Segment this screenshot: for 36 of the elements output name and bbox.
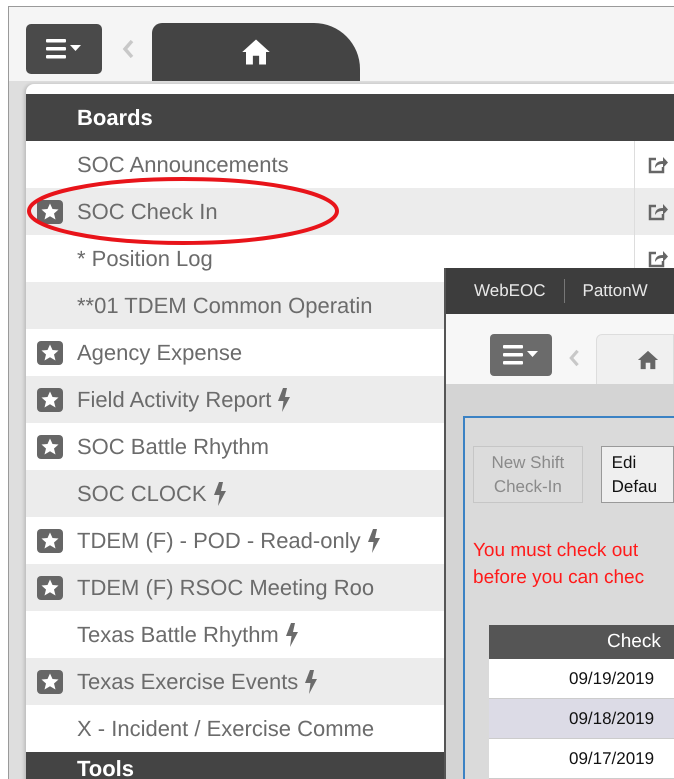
share-icon[interactable] [647,202,669,222]
section-header: Boards [26,94,674,141]
board-item[interactable]: Texas Battle Rhythm [77,624,279,646]
board-item[interactable]: **01 TDEM Common Operatin [77,294,372,316]
menu-row[interactable]: SOC Check In [26,188,674,235]
lightning-bolt-icon [212,482,227,506]
menu-icon [503,344,539,366]
board-item[interactable]: SOC Battle Rhythm [77,436,269,458]
lightning-bolt-icon [284,622,299,646]
board-item[interactable]: SOC Announcements [77,154,289,176]
home-icon [637,348,659,370]
board-item[interactable]: TDEM (F) - POD - Read-only [77,530,361,552]
menu-button[interactable] [26,24,102,74]
home-icon [241,37,271,67]
board-item[interactable]: SOC CLOCK [77,482,207,504]
board-item[interactable]: * Position Log [77,248,213,270]
menu-row[interactable]: SOC Announcements [26,141,674,188]
menu-icon [46,38,82,60]
board-item[interactable]: X - Incident / Exercise Comme [77,718,374,740]
menu-button[interactable] [490,334,552,376]
action-button[interactable]: Edi Defau [600,446,674,503]
share-icon[interactable] [647,248,669,268]
table-cell-text: 09/18/2019 [569,708,654,730]
home-tab[interactable] [596,334,674,384]
lightning-bolt-icon [304,670,318,694]
board-item[interactable]: SOC Check In [77,200,218,222]
share-icon[interactable] [647,154,669,174]
board-item[interactable]: Agency Expense [77,342,242,364]
board-item[interactable]: Field Activity Report [77,388,272,410]
board-item[interactable]: TDEM (F) RSOC Meeting Roo [77,576,374,598]
column-header: Check [489,625,674,659]
board-item[interactable]: Texas Exercise Events [77,670,298,692]
lightning-bolt-icon [366,528,381,552]
lightning-bolt-icon [277,388,292,412]
home-tab[interactable] [152,23,360,81]
table-cell-text: 09/19/2019 [569,668,654,690]
